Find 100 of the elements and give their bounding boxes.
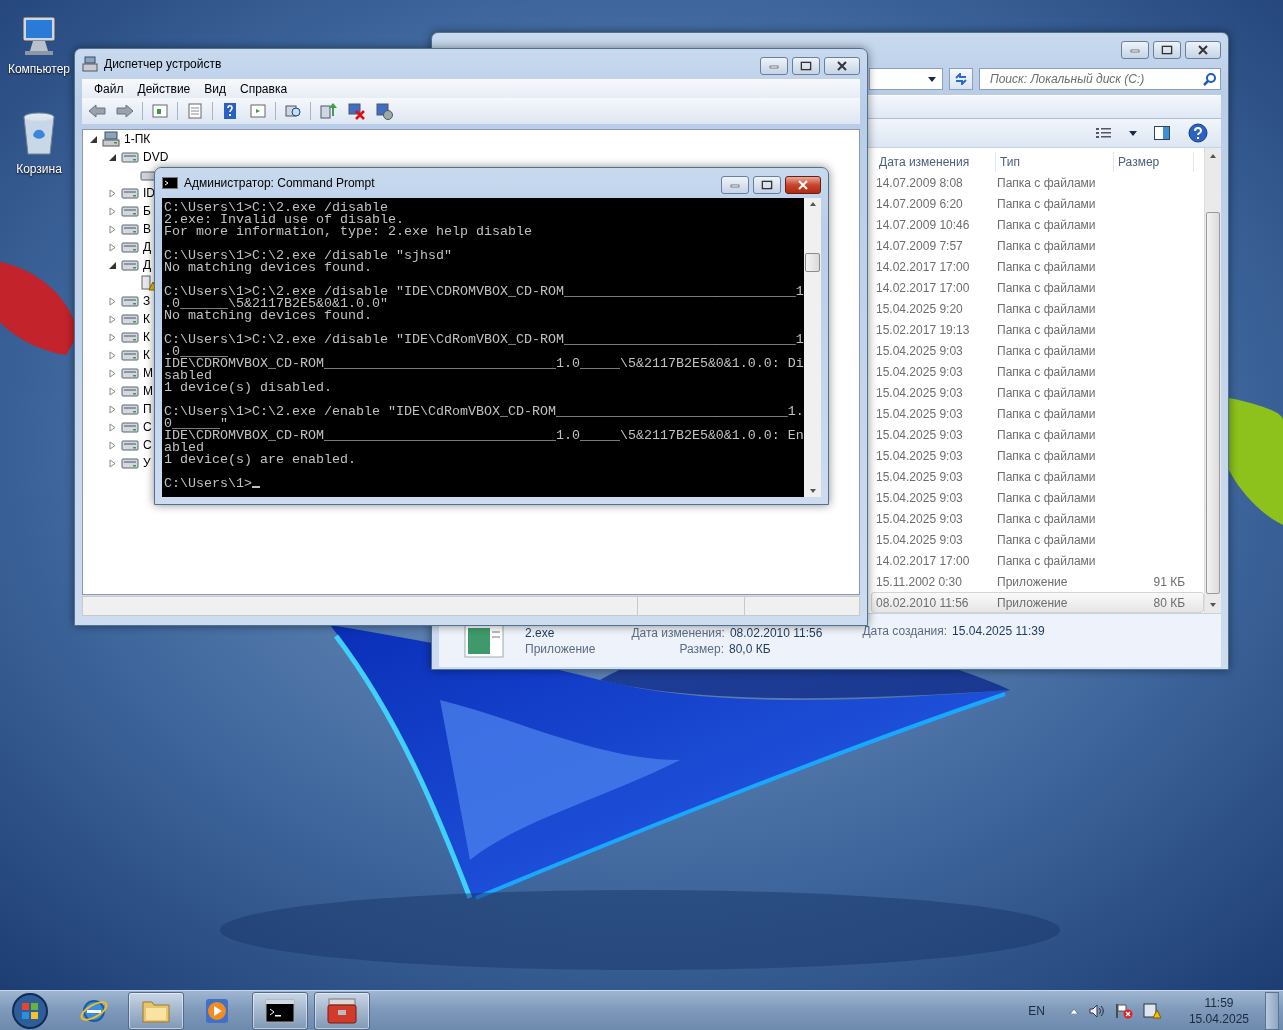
address-bar[interactable]	[869, 68, 943, 90]
column-header[interactable]: Дата изменения	[875, 152, 996, 172]
file-row[interactable]: 15.02.2017 19:13 Папка с файлами	[871, 319, 1204, 340]
scrollbar[interactable]	[804, 198, 821, 497]
console-line: 1 device(s) disabled.	[164, 382, 333, 394]
menu-item[interactable]: Справка	[234, 80, 294, 97]
close-button[interactable]	[1185, 41, 1221, 59]
expand-arrow[interactable]	[108, 332, 117, 342]
search-field[interactable]: Поиск: Локальный диск (C:)	[979, 68, 1221, 90]
desktop-icon-label[interactable]: Корзина	[16, 162, 62, 176]
device-icon	[121, 347, 139, 363]
file-row[interactable]: 14.07.2009 8:08 Папка с файлами	[871, 172, 1204, 193]
file-row[interactable]: 14.07.2009 6:20 Папка с файлами	[871, 193, 1204, 214]
column-header[interactable]: Тип	[996, 152, 1114, 172]
file-row[interactable]: 15.04.2025 9:03 Папка с файлами	[871, 382, 1204, 403]
language-indicator[interactable]: EN	[1028, 1004, 1045, 1018]
expand-arrow[interactable]	[108, 368, 117, 378]
collapse-arrow[interactable]	[89, 134, 98, 144]
tree-item[interactable]: У	[143, 456, 151, 470]
maximize-icon	[761, 180, 773, 190]
file-row[interactable]: 08.02.2010 11:56 Приложение 80 КБ	[871, 592, 1204, 613]
volume-icon[interactable]	[1088, 1004, 1105, 1018]
expand-arrow[interactable]	[108, 188, 117, 198]
expand-arrow[interactable]	[108, 386, 117, 396]
tree-item[interactable]: М	[143, 366, 153, 380]
file-row[interactable]: 15.04.2025 9:03 Папка с файлами	[871, 361, 1204, 382]
file-row[interactable]: 15.04.2025 9:20 Папка с файлами	[871, 298, 1204, 319]
desktop-icon-label[interactable]: Компьютер	[7, 62, 71, 76]
refresh-button[interactable]	[949, 68, 973, 90]
minimize-button[interactable]	[1121, 41, 1149, 59]
scroll-up-arrow-icon	[808, 200, 817, 208]
network-warning-icon[interactable]	[1142, 1003, 1161, 1019]
file-row[interactable]: 15.04.2025 9:03 Папка с файлами	[871, 445, 1204, 466]
expand-arrow[interactable]	[108, 458, 117, 468]
collapse-arrow[interactable]	[108, 260, 117, 270]
collapse-arrow[interactable]	[108, 152, 117, 162]
file-row[interactable]: 14.07.2009 7:57 Папка с файлами	[871, 235, 1204, 256]
maximize-button[interactable]	[753, 176, 781, 194]
expand-arrow[interactable]	[108, 242, 117, 252]
tree-item[interactable]: К	[143, 348, 150, 362]
maximize-button[interactable]	[1153, 41, 1181, 59]
tree-item[interactable]: В	[143, 222, 151, 236]
menu-item[interactable]: Файл	[88, 80, 130, 97]
file-row[interactable]: 15.04.2025 9:03 Папка с файлами	[871, 403, 1204, 424]
tree-item[interactable]: К	[143, 330, 150, 344]
tree-item[interactable]: DVD	[143, 150, 169, 164]
tree-item[interactable]: С	[143, 438, 152, 452]
file-row[interactable]: 14.02.2017 17:00 Папка с файлами	[871, 277, 1204, 298]
disable-device-icon[interactable]	[345, 100, 367, 122]
console-line: IDE\CDROMVBOX_CD-ROM_____________________________1.0_____\5&2117B2E5&0&1.0.0: Di	[164, 358, 804, 370]
minimize-button[interactable]	[721, 176, 749, 194]
file-row[interactable]: 15.11.2002 0:30 Приложение 91 КБ	[871, 571, 1204, 592]
file-row[interactable]: 15.04.2025 9:03 Папка с файлами	[871, 529, 1204, 550]
tree-item[interactable]: Б	[143, 204, 151, 218]
console-line: .0______\5&2117B2E5&0&1.0.0"	[164, 298, 389, 310]
close-button[interactable]	[824, 57, 860, 75]
expand-arrow[interactable]	[108, 314, 117, 324]
column-header[interactable]: Размер	[1114, 152, 1194, 172]
file-row[interactable]: 15.04.2025 9:03 Папка с файлами	[871, 424, 1204, 445]
show-desktop-button[interactable]	[1265, 992, 1279, 1030]
tree-item[interactable]: М	[143, 384, 153, 398]
dropdown-arrow-icon[interactable]	[1129, 130, 1137, 136]
close-button[interactable]	[785, 176, 821, 194]
menu-item[interactable]: Действие	[131, 80, 197, 97]
maximize-button[interactable]	[792, 57, 820, 75]
file-row[interactable]: 14.02.2017 17:00 Папка с файлами	[871, 550, 1204, 571]
expand-arrow[interactable]	[108, 404, 117, 414]
toolbox-icon	[326, 996, 358, 1026]
file-row[interactable]: 15.04.2025 9:03 Папка с файлами	[871, 466, 1204, 487]
device-icon	[121, 401, 139, 417]
file-row[interactable]: 15.04.2025 9:03 Папка с файлами	[871, 508, 1204, 529]
file-row[interactable]: 15.04.2025 9:03 Папка с файлами	[871, 487, 1204, 508]
tree-item[interactable]: ID	[143, 186, 155, 200]
tree-item[interactable]: Д	[143, 240, 152, 254]
tree-item[interactable]: П	[143, 402, 152, 416]
file-row[interactable]: 15.04.2025 9:03 Папка с файлами	[871, 340, 1204, 361]
tree-item[interactable]: З	[143, 294, 151, 308]
scroll-thumb[interactable]	[805, 253, 820, 272]
menu-item[interactable]: Вид	[198, 80, 232, 97]
expand-arrow[interactable]	[108, 296, 117, 306]
device-icon	[121, 365, 139, 381]
help-icon[interactable]	[1187, 122, 1209, 144]
scrollbar[interactable]	[1204, 148, 1221, 613]
expand-arrow[interactable]	[108, 440, 117, 450]
expand-arrow[interactable]	[108, 206, 117, 216]
file-row[interactable]: 14.02.2017 17:00 Папка с файлами	[871, 256, 1204, 277]
clock[interactable]: 11:59 15.04.2025	[1188, 996, 1249, 1026]
action-center-flag-icon[interactable]	[1114, 1003, 1133, 1019]
show-hidden-icons-arrow[interactable]	[1068, 1008, 1079, 1014]
scroll-thumb[interactable]	[1206, 212, 1220, 594]
file-row[interactable]: 14.07.2009 10:46 Папка с файлами	[871, 214, 1204, 235]
expand-arrow[interactable]	[108, 350, 117, 360]
tree-item[interactable]: Д	[143, 258, 152, 272]
expand-arrow[interactable]	[108, 224, 117, 234]
tree-item[interactable]: С	[143, 420, 152, 434]
tree-item[interactable]: 1-ПК	[124, 132, 151, 146]
taskbar-button[interactable]	[252, 992, 308, 1030]
expand-arrow[interactable]	[108, 422, 117, 432]
tree-item[interactable]: К	[143, 312, 150, 326]
minimize-button[interactable]	[760, 57, 788, 75]
